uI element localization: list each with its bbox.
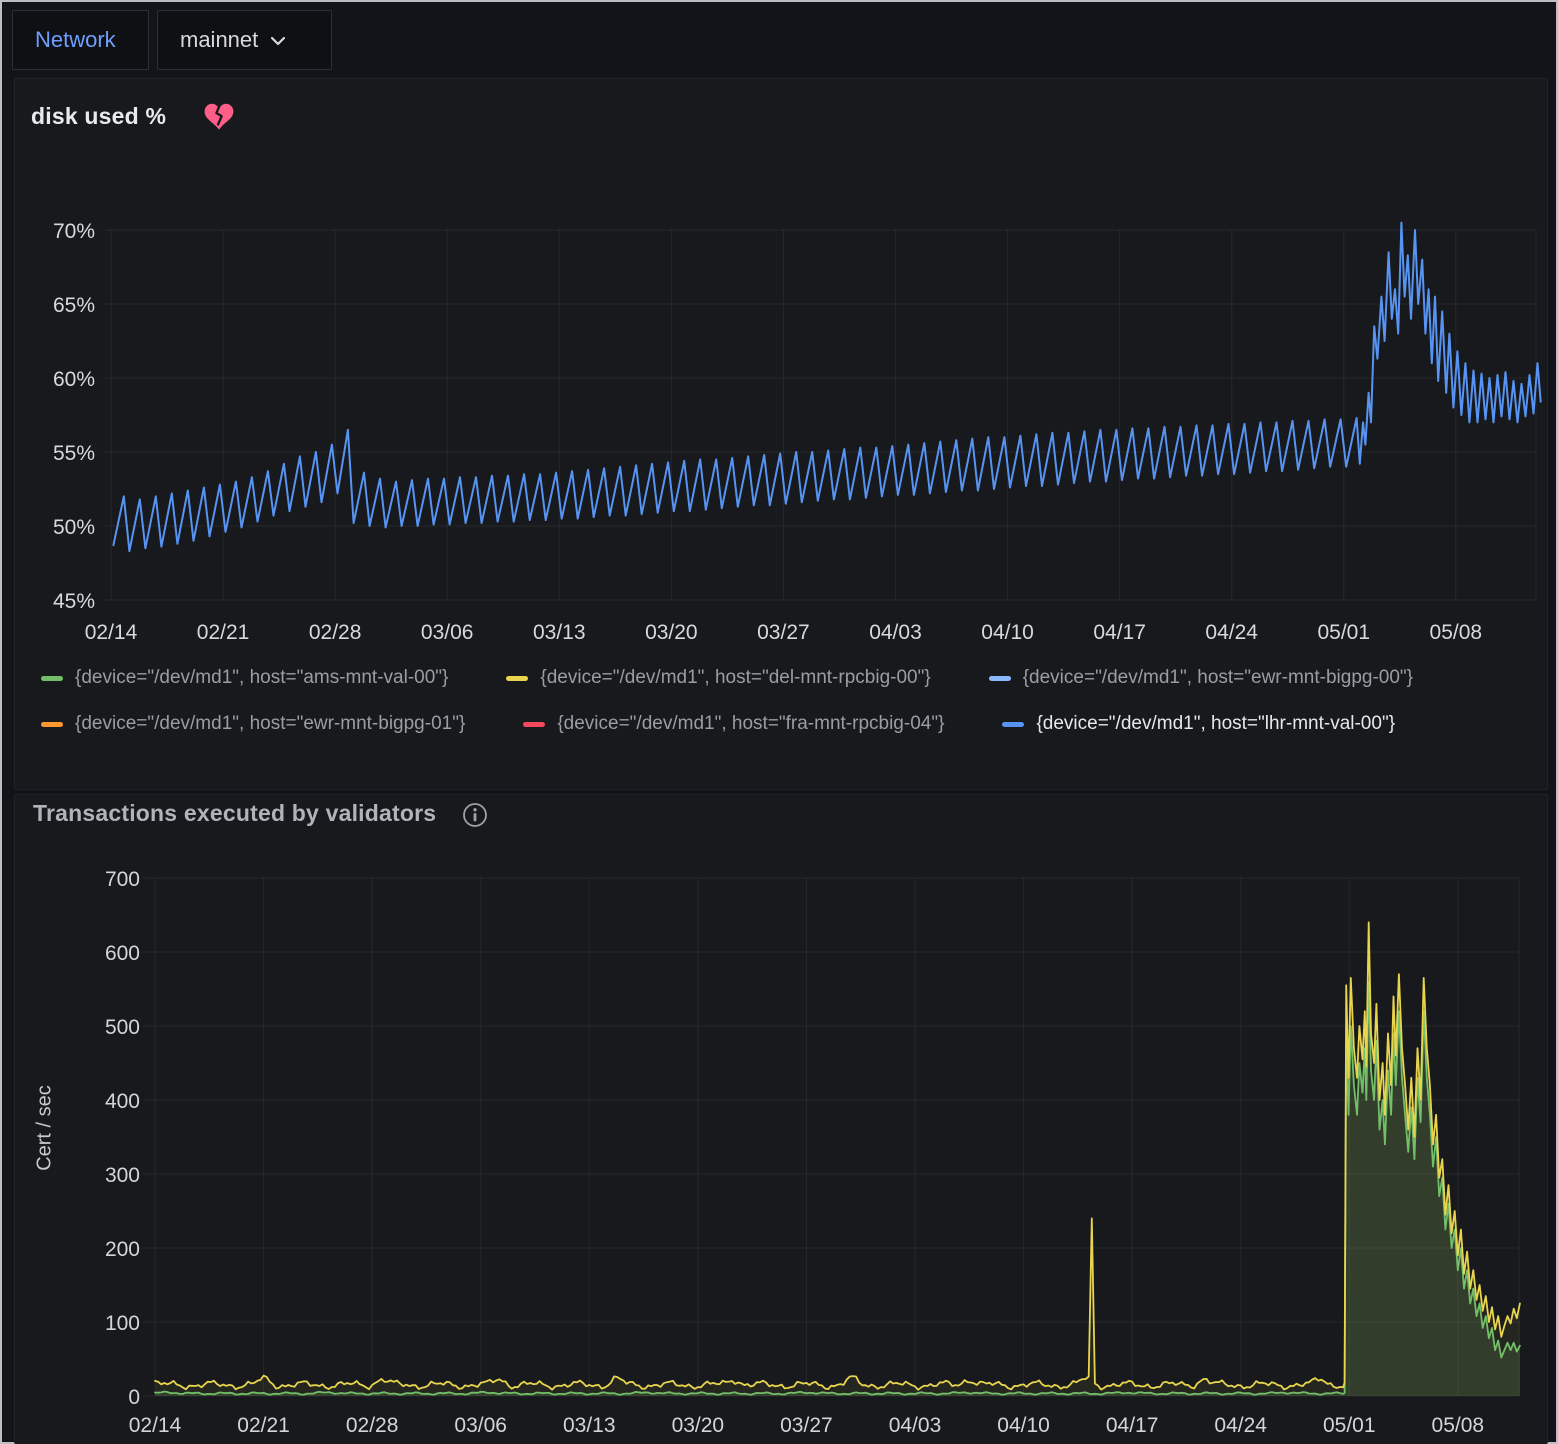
axis-tick-label: 03/20: [672, 1414, 725, 1437]
axis-tick-label: 200: [105, 1238, 140, 1261]
gridlines: [143, 878, 1519, 1396]
series-lhr-mnt-val-00: [113, 223, 1540, 552]
panel-transactions-header: Transactions executed by validators: [33, 799, 488, 828]
axis-tick-label: 02/14: [85, 621, 138, 644]
axis-tick-label: 02/21: [237, 1414, 290, 1437]
axis-tick-label: 500: [105, 1016, 140, 1039]
gridlines: [103, 230, 1536, 600]
axis-tick-label: 04/17: [1106, 1414, 1159, 1437]
broken-heart-icon: [204, 103, 234, 131]
axis-tick-label: 02/28: [346, 1414, 399, 1437]
legend-item-ams-mnt-val-00[interactable]: {device="/dev/md1", host="ams-mnt-val-00…: [41, 655, 448, 701]
variable-value-text: mainnet: [180, 27, 258, 53]
grafana-dashboard: { "toolbar": { "variable_label": "Networ…: [0, 0, 1558, 1444]
axis-tick-label: 03/06: [421, 621, 474, 644]
legend-swatch: [506, 676, 528, 681]
axis-tick-label: 600: [105, 942, 140, 965]
panel-title[interactable]: disk used %: [31, 103, 166, 130]
axis-tick-label: 04/10: [997, 1414, 1050, 1437]
panel-transactions: Transactions executed by validators Cert…: [14, 794, 1548, 1444]
legend-swatch: [41, 722, 63, 727]
legend-swatch: [1002, 722, 1024, 727]
panel-title[interactable]: Transactions executed by validators: [33, 800, 436, 827]
axis-tick-label: 70%: [53, 220, 95, 243]
legend-item-ewr-mnt-bigpg-01[interactable]: {device="/dev/md1", host="ewr-mnt-bigpg-…: [41, 701, 465, 747]
axis-tick-label: 05/08: [1430, 621, 1483, 644]
axis-tick-label: 55%: [53, 442, 95, 465]
disk-used-legend: {device="/dev/md1", host="ams-mnt-val-00…: [41, 655, 1536, 747]
legend-item-ewr-mnt-bigpg-00[interactable]: {device="/dev/md1", host="ewr-mnt-bigpg-…: [989, 655, 1413, 701]
axis-tick-label: 03/27: [780, 1414, 833, 1437]
axis-tick-label: 100: [105, 1312, 140, 1335]
legend-label: {device="/dev/md1", host="ams-mnt-val-00…: [75, 667, 448, 689]
axis-tick-label: 45%: [53, 590, 95, 613]
legend-label: {device="/dev/md1", host="del-mnt-rpcbig…: [540, 667, 930, 689]
chevron-down-icon: [270, 36, 286, 47]
series-fill-validators-green: [155, 982, 1520, 1396]
legend-item-del-mnt-rpcbig-00[interactable]: {device="/dev/md1", host="del-mnt-rpcbig…: [506, 655, 930, 701]
axis-tick-label: 04/03: [869, 621, 922, 644]
variable-network-value-dropdown[interactable]: mainnet: [157, 10, 332, 70]
axis-tick-label: 02/14: [129, 1414, 182, 1437]
axis-tick-label: 03/06: [454, 1414, 507, 1437]
axis-tick-label: 02/21: [197, 621, 250, 644]
axis-tick-label: 50%: [53, 516, 95, 539]
axis-tick-label: 60%: [53, 368, 95, 391]
legend-label: {device="/dev/md1", host="fra-mnt-rpcbig…: [557, 713, 944, 735]
axis-tick-label: 03/13: [563, 1414, 616, 1437]
axis-tick-label: 03/13: [533, 621, 586, 644]
panel-disk-used: disk used % 70% 65% 60% 55% 50% 45% 02/14 02/21…: [14, 78, 1548, 790]
variable-network-label[interactable]: Network: [12, 10, 149, 70]
legend-swatch: [989, 676, 1011, 681]
legend-label: {device="/dev/md1", host="ewr-mnt-bigpg-…: [75, 713, 465, 735]
axis-tick-label: 700: [105, 868, 140, 891]
axis-tick-label: 03/27: [757, 621, 810, 644]
series-validators-green: [155, 982, 1520, 1395]
axis-tick-label: 05/01: [1317, 621, 1370, 644]
axis-tick-label: 04/03: [889, 1414, 942, 1437]
axis-tick-label: 03/20: [645, 621, 698, 644]
legend-item-fra-mnt-rpcbig-04[interactable]: {device="/dev/md1", host="fra-mnt-rpcbig…: [523, 701, 944, 747]
legend-swatch: [523, 722, 545, 727]
axis-tick-label: 04/10: [981, 621, 1034, 644]
axis-tick-label: 0: [128, 1386, 140, 1409]
series-validators-yellow: [155, 922, 1520, 1389]
axis-tick-label: 400: [105, 1090, 140, 1113]
panel-disk-used-header: disk used %: [31, 101, 234, 131]
legend-label: {device="/dev/md1", host="ewr-mnt-bigpg-…: [1023, 667, 1413, 689]
axis-tick-label: 05/08: [1432, 1414, 1485, 1437]
variable-label-text: Network: [35, 27, 116, 53]
axis-tick-label: 300: [105, 1164, 140, 1187]
legend-item-lhr-mnt-val-00[interactable]: {device="/dev/md1", host="lhr-mnt-val-00…: [1002, 701, 1395, 747]
transactions-chart[interactable]: 700 600 500 400 300 200 100 0 02/14 02/21 02/28 03/…: [15, 795, 1549, 1444]
info-icon[interactable]: [462, 802, 488, 828]
axis-tick-label: 04/24: [1205, 621, 1258, 644]
axis-tick-label: 04/24: [1214, 1414, 1267, 1437]
axis-tick-label: 04/17: [1093, 621, 1146, 644]
dashboard-toolbar: Network mainnet: [2, 2, 1556, 76]
legend-swatch: [41, 676, 63, 681]
axis-tick-label: 65%: [53, 294, 95, 317]
series-fill-validators-yellow: [155, 922, 1520, 1396]
legend-label: {device="/dev/md1", host="lhr-mnt-val-00…: [1036, 713, 1395, 735]
axis-tick-label: 05/01: [1323, 1414, 1376, 1437]
axis-tick-label: 02/28: [309, 621, 362, 644]
